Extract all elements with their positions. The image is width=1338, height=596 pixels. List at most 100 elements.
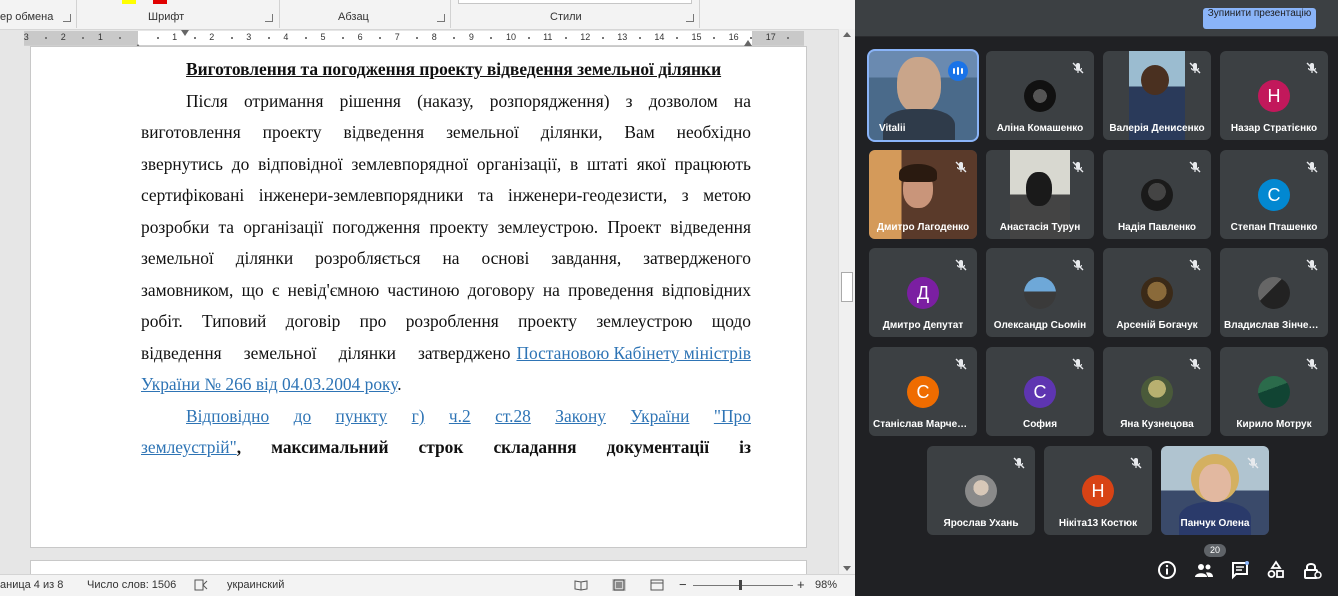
document-page[interactable]: Виготовлення та погодження проекту відве… — [30, 46, 807, 548]
participant-tile[interactable]: Ярослав Ухань — [927, 446, 1035, 535]
ribbon-group-paragraph[interactable]: Абзац — [338, 11, 369, 23]
zoom-slider-thumb[interactable] — [739, 580, 742, 590]
video-person — [1141, 65, 1169, 95]
participant-tile[interactable]: Аліна Комашенко — [986, 51, 1094, 140]
word-window: ер обмена Шрифт Абзац Стили 321123456789… — [0, 0, 855, 596]
page-indicator[interactable]: аница 4 из 8 — [0, 579, 63, 591]
meet-panel: Зупинити презентацію Vitalii Аліна Комаше… — [855, 0, 1338, 596]
styles-launcher-icon[interactable] — [686, 14, 694, 22]
font-color-swatch[interactable] — [153, 0, 167, 4]
people-icon[interactable] — [1194, 560, 1214, 580]
word-token: проведення — [568, 280, 654, 300]
word-token: ділянки, — [540, 122, 603, 142]
ruler-tick — [564, 37, 567, 39]
word-token: якої — [636, 154, 666, 174]
participant-tile[interactable]: С Станіслав Марченко — [869, 347, 977, 436]
word-count[interactable]: Число слов: 1506 — [87, 579, 176, 591]
participant-photo — [1024, 80, 1056, 112]
ruler-number: 5 — [320, 32, 326, 42]
participant-tile[interactable]: Надія Павленко — [1103, 150, 1211, 239]
scroll-thumb[interactable] — [841, 272, 853, 302]
word-token: затвердженого — [643, 248, 751, 268]
chat-icon[interactable] — [1230, 560, 1250, 580]
activities-icon[interactable] — [1266, 560, 1286, 580]
info-icon[interactable] — [1157, 560, 1177, 580]
meet-top-bar: Зупинити презентацію — [855, 0, 1338, 37]
ruler-tick — [230, 37, 233, 39]
participant-avatar: Н — [1082, 475, 1114, 507]
participant-tile[interactable]: С Степан Пташенко — [1220, 150, 1328, 239]
scroll-up-icon[interactable] — [843, 32, 851, 37]
video-person-hair — [899, 164, 937, 182]
first-line-indent-marker[interactable] — [181, 30, 189, 36]
ruler-tick — [713, 37, 716, 39]
stop-presentation-button[interactable]: Зупинити презентацію — [1203, 8, 1316, 29]
word-token: відповідних — [661, 280, 751, 300]
participant-tile[interactable]: Панчук Олена — [1161, 446, 1269, 535]
ruler-number: 6 — [357, 32, 363, 42]
ribbon-group-styles[interactable]: Стили — [550, 11, 582, 23]
clipboard-launcher-icon[interactable] — [63, 14, 71, 22]
participant-tile[interactable]: Валерія Денисенко — [1103, 51, 1211, 140]
period: . — [397, 374, 402, 394]
ribbon-group-clipboard[interactable]: ер обмена — [0, 11, 53, 23]
zoom-out-icon[interactable]: − — [679, 577, 687, 592]
mic-off-icon — [1305, 258, 1319, 272]
highlight-color-swatch[interactable] — [122, 0, 136, 4]
participant-tile[interactable]: Дмитро Лагоденко — [869, 150, 977, 239]
participant-tile[interactable]: Владислав Зінченко — [1220, 248, 1328, 337]
zoom-in-icon[interactable]: + — [797, 577, 805, 592]
zoom-level[interactable]: 98% — [815, 579, 837, 591]
law-link[interactable]: Відповідно до пункту г) ч.2 ст.28 Закону Україн… — [186, 406, 751, 427]
mic-off-icon — [1012, 456, 1026, 470]
word-token: земельної — [141, 248, 214, 268]
web-layout-icon[interactable] — [650, 579, 664, 591]
language-indicator[interactable]: украинский — [227, 579, 284, 591]
print-layout-icon[interactable] — [612, 579, 626, 591]
word-token: ч.2 — [448, 406, 471, 426]
resolution-link[interactable]: Постановою Кабінету міністрів — [516, 343, 751, 364]
ruler-number: 1 — [97, 32, 103, 42]
participant-name: Назар Стратієнко — [1230, 123, 1318, 134]
scroll-down-icon[interactable] — [843, 566, 851, 571]
ruler-number: 8 — [431, 32, 437, 42]
participant-tile[interactable]: Н Назар Стратієнко — [1220, 51, 1328, 140]
participant-tile[interactable]: Яна Кузнецова — [1103, 347, 1211, 436]
word-token: "Про — [713, 406, 751, 426]
resolution-link-cont[interactable]: України № 266 від 04.03.2004 року — [141, 374, 397, 394]
participant-tile[interactable]: Н Нікіта13 Костюк — [1044, 446, 1152, 535]
paragraph-launcher-icon[interactable] — [437, 14, 445, 22]
host-controls-icon[interactable] — [1302, 560, 1322, 580]
word-token: ст.28 — [495, 406, 531, 426]
participant-tile[interactable]: Анастасія Турун — [986, 150, 1094, 239]
participant-tile[interactable]: Арсеній Богачук — [1103, 248, 1211, 337]
word-token: про — [359, 311, 387, 331]
proofing-icon[interactable] — [194, 579, 208, 591]
mic-off-icon — [1071, 160, 1085, 174]
ribbon-group-font[interactable]: Шрифт — [148, 11, 184, 23]
vertical-scrollbar[interactable] — [838, 29, 855, 574]
participant-tile[interactable]: Кирило Мотрук — [1220, 347, 1328, 436]
font-launcher-icon[interactable] — [265, 14, 273, 22]
participant-tile[interactable]: С София — [986, 347, 1094, 436]
ruler-tick — [45, 37, 48, 39]
participant-tile[interactable]: Д Дмитро Депутат — [869, 248, 977, 337]
video-person — [1026, 172, 1052, 206]
law-link-cont[interactable]: землеустрій" — [141, 437, 237, 458]
participant-photo — [965, 475, 997, 507]
styles-gallery[interactable] — [458, 0, 692, 4]
ribbon-separator — [76, 0, 77, 28]
ribbon-separator — [699, 0, 700, 28]
read-mode-icon[interactable] — [574, 579, 588, 591]
mic-off-icon — [954, 357, 968, 371]
participant-tile[interactable]: Vitalii — [867, 49, 979, 142]
participant-tile[interactable]: Олександр Сьомін — [986, 248, 1094, 337]
word-token: працюють — [674, 154, 751, 174]
word-token: ділянки — [235, 248, 294, 268]
word-token: в — [570, 154, 579, 174]
paragraph-line: відведення земельної ділянки затверджено По… — [141, 343, 751, 364]
participant-name: Яна Кузнецова — [1120, 419, 1194, 430]
zoom-slider[interactable] — [693, 585, 793, 586]
ruler-tick — [342, 37, 345, 39]
word-token: до — [231, 154, 250, 174]
